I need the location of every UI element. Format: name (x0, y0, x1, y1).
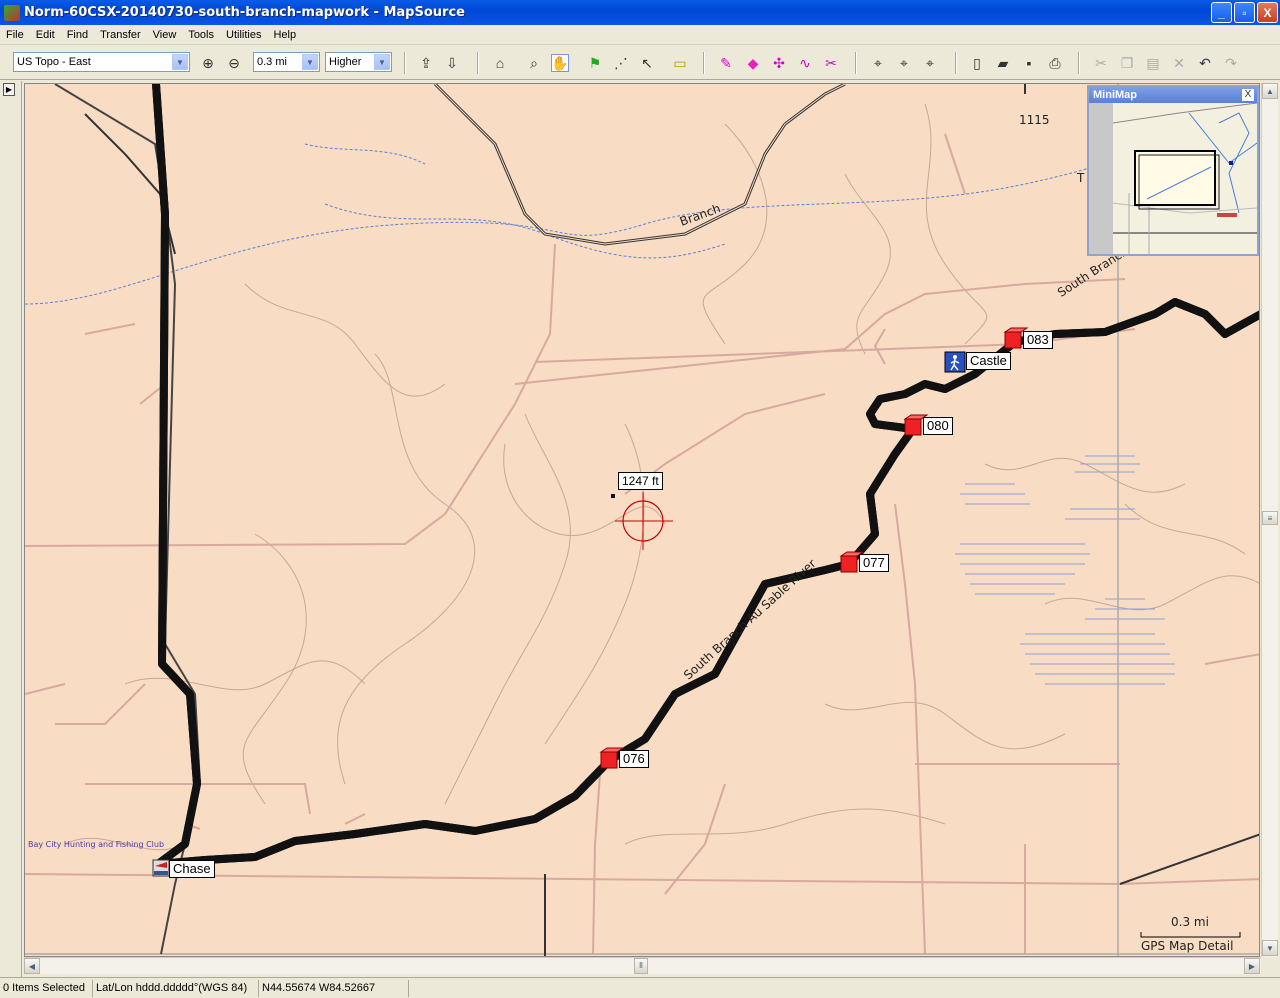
chevron-down-icon[interactable]: ▼ (302, 54, 318, 70)
track-divide-icon[interactable]: ✂ (822, 54, 840, 72)
menu-help[interactable]: Help (267, 29, 302, 41)
road-label-1115: 1115 (1019, 113, 1050, 127)
zoom-tool-icon[interactable]: ⌕ (525, 54, 543, 72)
scroll-down-icon[interactable]: ▼ (1262, 940, 1278, 956)
eraser-icon[interactable]: ◆ (744, 54, 762, 72)
track-edit-icon[interactable]: ✣ (770, 54, 788, 72)
map-product-select[interactable]: US Topo - East ▼ (13, 52, 190, 72)
waypoint-label-083[interactable]: 083 (1023, 331, 1053, 349)
paste-icon[interactable]: ▤ (1144, 54, 1162, 72)
new-icon[interactable]: ▯ (968, 54, 986, 72)
waypoint-label-castle[interactable]: Castle (966, 352, 1011, 370)
waypoint-tool-icon[interactable]: ⚑ (586, 54, 604, 72)
scroll-thumb-vertical[interactable]: ≡ (1262, 511, 1278, 525)
toolbar-separator (855, 52, 857, 74)
scale-bar (1140, 932, 1241, 938)
chevron-down-icon[interactable]: ▼ (172, 54, 188, 70)
menu-tools[interactable]: Tools (182, 29, 220, 41)
status-coordinates: N44.55674 W84.52667 (259, 979, 409, 997)
marsh-area (955, 455, 1175, 685)
label-t: T (1077, 171, 1085, 185)
minimap-window[interactable]: MiniMap X (1087, 85, 1259, 256)
send-to-device-icon[interactable]: ⇩ (443, 54, 461, 72)
map-tool-icon[interactable]: ⌂ (491, 54, 509, 72)
data-panel-collapsed: ▶ (0, 81, 22, 977)
label-club: Bay City Hunting and Fishing Club (28, 840, 165, 849)
map-view[interactable]: 1115 Branch T South Branch Au Sable Rive… (24, 83, 1260, 957)
zoom-out-icon[interactable]: ⊖ (225, 54, 243, 72)
waypoint-label-chase[interactable]: Chase (169, 860, 215, 878)
route-tool-icon[interactable]: ⋰ (612, 54, 630, 72)
title-bar: Norm-60CSX-20140730-south-branch-mapwork… (0, 0, 1280, 25)
chevron-down-icon[interactable]: ▼ (374, 54, 390, 70)
toolbar-separator (477, 52, 479, 74)
horizontal-scrollbar[interactable]: ◀ ⦀ ▶ (24, 957, 1261, 974)
copy-icon[interactable]: ❐ (1118, 54, 1136, 72)
status-bar: 0 Items Selected Lat/Lon hddd.ddddd°(WGS… (0, 977, 1280, 998)
zoom-level-value: 0.3 mi (257, 56, 287, 68)
find-icon[interactable]: ⌖ (869, 54, 887, 72)
minimap-canvas[interactable] (1089, 102, 1258, 254)
detail-value: Higher (329, 56, 362, 68)
toolbar: US Topo - East ▼ ⊕ ⊖ 0.3 mi ▼ Higher ▼ ⇪… (0, 46, 1280, 80)
menu-find[interactable]: Find (61, 29, 94, 41)
boat-ramp-icon (152, 859, 170, 877)
menu-view[interactable]: View (147, 29, 183, 41)
undo-icon[interactable]: ↶ (1196, 54, 1214, 72)
close-button[interactable]: X (1257, 2, 1278, 23)
zoom-level-select[interactable]: 0.3 mi ▼ (253, 52, 320, 72)
cut-icon[interactable]: ✂ (1092, 54, 1110, 72)
scroll-right-icon[interactable]: ▶ (1244, 958, 1260, 974)
toolbar-separator (404, 52, 406, 74)
hiker-icon (944, 351, 966, 373)
open-icon[interactable]: ▰ (994, 54, 1012, 72)
menu-edit[interactable]: Edit (30, 29, 61, 41)
zoom-in-icon[interactable]: ⊕ (199, 54, 217, 72)
maximize-button[interactable]: ▫ (1234, 2, 1255, 23)
status-format: Lat/Lon hddd.ddddd°(WGS 84) (93, 979, 259, 997)
vertical-scrollbar[interactable]: ▲ ≡ ▼ (1261, 83, 1278, 957)
menu-bar: File Edit Find Transfer View Tools Utili… (0, 25, 1280, 45)
minimap-close-icon[interactable]: X (1242, 89, 1254, 101)
waypoint-label-077[interactable]: 077 (859, 554, 889, 572)
distance-tool-icon[interactable]: ▭ (671, 54, 689, 72)
hand-tool-icon[interactable]: ✋ (551, 54, 569, 72)
toolbar-separator (955, 52, 957, 74)
scroll-up-icon[interactable]: ▲ (1262, 83, 1278, 99)
receive-from-device-icon[interactable]: ⇪ (417, 54, 435, 72)
track-draw-icon[interactable]: ✎ (717, 54, 735, 72)
status-selected: 0 Items Selected (0, 979, 93, 997)
print-icon[interactable]: ⎙ (1046, 54, 1064, 72)
toolbar-separator (703, 52, 705, 74)
selection-tool-icon[interactable]: ↖ (638, 54, 656, 72)
window-title: Norm-60CSX-20140730-south-branch-mapwork… (24, 5, 465, 20)
scroll-thumb-horizontal[interactable]: ⦀ (634, 958, 648, 974)
save-icon[interactable]: ▪ (1020, 54, 1038, 72)
track-join-icon[interactable]: ∿ (796, 54, 814, 72)
toolbar-separator (1078, 52, 1080, 74)
delete-icon[interactable]: ✕ (1170, 54, 1188, 72)
elevation-tooltip: 1247 ft (618, 472, 663, 490)
minimize-button[interactable]: _ (1211, 2, 1232, 23)
scroll-left-icon[interactable]: ◀ (24, 958, 40, 974)
menu-utilities[interactable]: Utilities (220, 29, 267, 41)
minimap-title: MiniMap (1089, 87, 1257, 103)
map-product-value: US Topo - East (17, 56, 91, 68)
menu-transfer[interactable]: Transfer (94, 29, 147, 41)
find-places-icon[interactable]: ⌖ (895, 54, 913, 72)
menu-file[interactable]: File (0, 29, 30, 41)
map-detail-label: GPS Map Detail (1141, 939, 1234, 953)
scale-label: 0.3 mi (1171, 915, 1209, 929)
detail-select[interactable]: Higher ▼ (325, 52, 392, 72)
waypoint-label-076[interactable]: 076 (619, 750, 649, 768)
find-recent-icon[interactable]: ⌖ (921, 54, 939, 72)
panel-expand-icon[interactable]: ▶ (3, 83, 15, 96)
map-canvas[interactable] (25, 84, 1260, 957)
redo-icon[interactable]: ↷ (1222, 54, 1240, 72)
waypoint-label-080[interactable]: 080 (923, 417, 953, 435)
crosshair-icon (611, 492, 673, 550)
mapsource-app-icon[interactable] (4, 4, 20, 21)
